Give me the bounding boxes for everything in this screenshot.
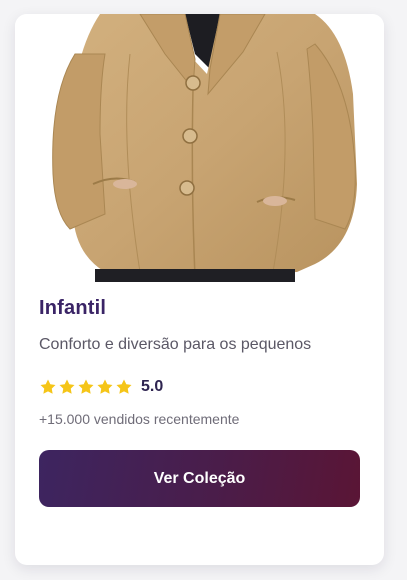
view-collection-button[interactable]: Ver Coleção — [39, 450, 360, 507]
star-icon — [78, 379, 94, 394]
collection-card: Infantil Conforto e diversão para os peq… — [15, 14, 384, 565]
star-icon — [116, 379, 132, 394]
rating: 5.0 — [39, 376, 163, 398]
coat-illustration — [52, 14, 357, 282]
category-title: Infantil — [39, 297, 107, 319]
rating-value: 5.0 — [141, 378, 164, 395]
star-icon — [97, 379, 113, 394]
category-description: Conforto e diversão para os pequenos — [39, 336, 312, 353]
star-rating — [39, 378, 133, 396]
star-icon — [59, 379, 75, 394]
sold-count: +15.000 vendidos recentemente — [39, 411, 240, 427]
product-image[interactable] — [15, 14, 384, 282]
star-icon — [40, 379, 56, 394]
